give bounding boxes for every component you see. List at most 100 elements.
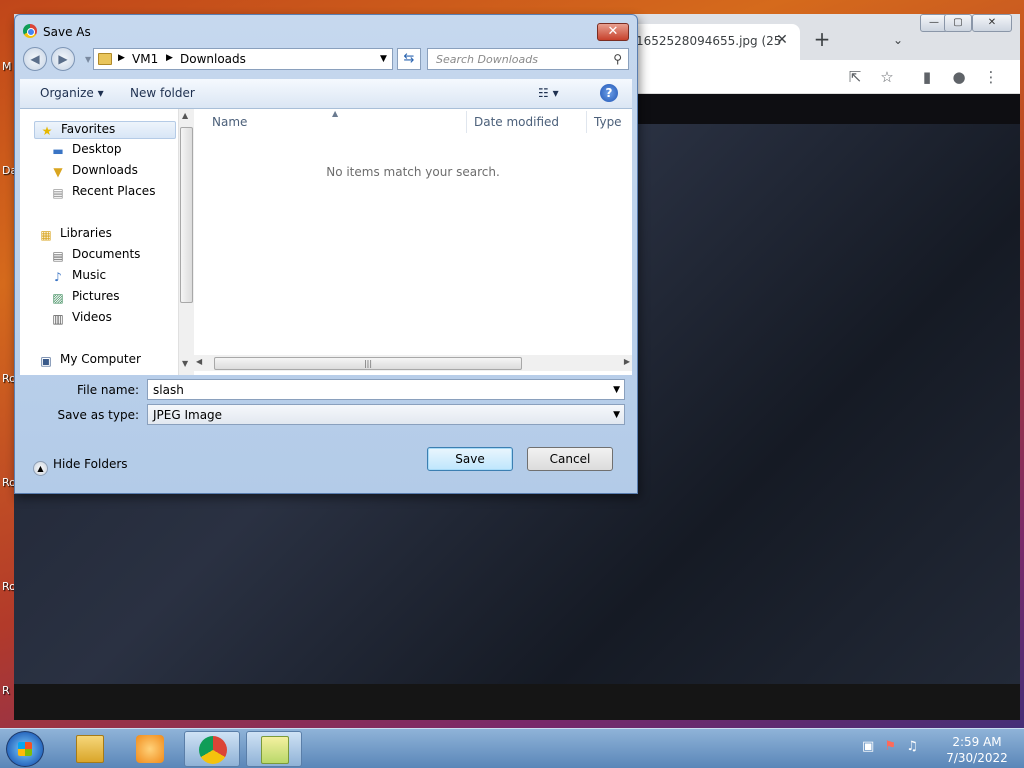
clock-date[interactable]: 7/30/2022 xyxy=(944,751,1010,765)
save-as-dialog: Save As ✕ ◀ ▶ ▼ ▶ VM1 ▶ Downloads ▼ ⇆ Se… xyxy=(14,14,638,494)
column-divider[interactable] xyxy=(586,111,587,133)
save-type-value: JPEG Image xyxy=(153,408,223,422)
save-button[interactable]: Save xyxy=(427,447,513,471)
scrollbar-thumb[interactable] xyxy=(180,127,193,303)
taskbar-chrome[interactable] xyxy=(184,731,240,767)
taskbar-media-player[interactable] xyxy=(122,731,178,767)
search-icon[interactable]: ⚲ xyxy=(613,52,622,66)
breadcrumb-downloads[interactable]: Downloads xyxy=(180,52,246,66)
file-name-value: slash xyxy=(153,383,184,397)
nav-desktop[interactable]: ▬ Desktop xyxy=(50,142,122,160)
hide-folders-button[interactable]: ▲ Hide Folders xyxy=(33,457,128,476)
save-type-select[interactable]: JPEG Image ▼ xyxy=(147,404,625,425)
scroll-right-icon[interactable]: ▶ xyxy=(624,357,630,366)
chrome-icon xyxy=(23,24,37,38)
viewer-bottom-bar xyxy=(14,684,1020,720)
tab-close-icon[interactable]: ✕ xyxy=(774,32,790,48)
folder-icon xyxy=(76,735,104,763)
clock-time[interactable]: 2:59 AM xyxy=(944,735,1010,749)
nav-my-computer[interactable]: ▣ My Computer xyxy=(38,352,141,370)
breadcrumb-vm1[interactable]: VM1 xyxy=(132,52,158,66)
nav-label: Libraries xyxy=(60,226,112,240)
nav-videos[interactable]: ▥ Videos xyxy=(50,310,112,328)
column-header-name[interactable]: Name xyxy=(212,115,247,129)
volume-icon[interactable]: ♫ xyxy=(906,739,918,754)
nav-recent-places[interactable]: ▤ Recent Places xyxy=(50,184,155,202)
nav-pictures[interactable]: ▨ Pictures xyxy=(50,289,119,307)
hide-folders-label: Hide Folders xyxy=(53,457,128,471)
nav-documents[interactable]: ▤ Documents xyxy=(50,247,140,265)
nav-downloads[interactable]: ▼ Downloads xyxy=(50,163,138,181)
scroll-up-icon[interactable]: ▲ xyxy=(182,111,188,120)
nav-label: Desktop xyxy=(72,142,122,156)
dialog-close-button[interactable]: ✕ xyxy=(597,23,629,41)
views-icon[interactable]: ☷ ▾ xyxy=(538,86,559,100)
media-player-icon xyxy=(136,735,164,763)
new-tab-button[interactable]: + xyxy=(810,28,834,52)
profile-avatar-icon[interactable]: ● xyxy=(948,66,970,88)
videos-icon: ▥ xyxy=(52,312,64,326)
file-name-dropdown-icon[interactable]: ▼ xyxy=(613,385,620,395)
maximize-button[interactable]: ▢ xyxy=(944,14,972,32)
bookmark-star-icon[interactable]: ☆ xyxy=(876,66,898,88)
address-dropdown-icon[interactable]: ▼ xyxy=(380,54,387,64)
cancel-button[interactable]: Cancel xyxy=(527,447,613,471)
forward-button[interactable]: ▶ xyxy=(51,47,75,71)
nav-vertical-scrollbar[interactable]: ▲ ▼ xyxy=(178,109,194,375)
pictures-icon: ▨ xyxy=(52,291,64,305)
empty-message: No items match your search. xyxy=(326,165,500,179)
taskbar-explorer[interactable] xyxy=(62,731,118,767)
taskbar-folder-window[interactable] xyxy=(246,731,302,767)
computer-icon: ▣ xyxy=(40,354,52,368)
scroll-down-icon[interactable]: ▼ xyxy=(182,359,188,368)
taskbar: ▣ ⚑ ♫ 2:59 AM 7/30/2022 xyxy=(0,728,1024,768)
browse-panes: ★ Favorites ▬ Desktop ▼ Downloads ▤ Recent P… xyxy=(20,109,632,375)
recent-places-icon: ▤ xyxy=(52,186,64,200)
new-folder-button[interactable]: New folder xyxy=(130,86,195,100)
share-icon[interactable]: ⇱ xyxy=(844,66,866,88)
action-center-icon[interactable]: ⚑ xyxy=(884,739,896,754)
browser-tab-title: 1652528094655.jpg (25 xyxy=(636,34,782,48)
help-icon[interactable]: ? xyxy=(600,84,618,102)
file-horizontal-scrollbar[interactable]: ◀ ||| ▶ xyxy=(194,355,632,371)
folder-icon xyxy=(98,53,112,65)
start-button[interactable] xyxy=(6,731,44,767)
recent-locations-dropdown[interactable]: ▼ xyxy=(85,55,91,64)
navigation-pane: ★ Favorites ▬ Desktop ▼ Downloads ▤ Recent P… xyxy=(20,109,180,375)
refresh-icon[interactable]: ⇆ xyxy=(397,48,421,70)
chrome-icon xyxy=(199,736,227,764)
menu-kebab-icon[interactable]: ⋮ xyxy=(980,66,1002,88)
side-panel-icon[interactable]: ▮ xyxy=(916,66,938,88)
column-header-type[interactable]: Type xyxy=(594,115,622,129)
breadcrumb-arrow-icon[interactable]: ▶ xyxy=(166,53,173,63)
network-icon[interactable]: ▣ xyxy=(862,739,874,754)
column-divider[interactable] xyxy=(466,111,467,133)
window-close-button[interactable]: ✕ xyxy=(972,14,1012,32)
address-bar[interactable]: ▶ VM1 ▶ Downloads ▼ xyxy=(93,48,393,70)
search-input[interactable]: Search Downloads ⚲ xyxy=(427,48,629,70)
save-type-label: Save as type: xyxy=(57,408,139,422)
sort-ascending-icon: ▲ xyxy=(332,109,339,118)
nav-label: Recent Places xyxy=(72,184,156,198)
documents-icon: ▤ xyxy=(52,249,64,263)
nav-label: Downloads xyxy=(72,163,138,177)
breadcrumb-arrow-icon[interactable]: ▶ xyxy=(118,53,125,63)
nav-label: Documents xyxy=(72,247,141,261)
file-name-label: File name: xyxy=(77,383,139,397)
command-bar: Organize ▾ New folder ☷ ▾ ? xyxy=(20,79,632,109)
nav-music[interactable]: ♪ Music xyxy=(50,268,106,286)
scroll-left-icon[interactable]: ◀ xyxy=(196,357,202,366)
save-type-dropdown-icon[interactable]: ▼ xyxy=(613,410,620,420)
column-header-date-modified[interactable]: Date modified xyxy=(474,115,559,129)
desktop-icon-label: M xyxy=(2,60,12,73)
libraries-icon: ▦ xyxy=(40,228,52,242)
nav-label: Videos xyxy=(72,310,112,324)
tab-search-button[interactable]: ⌄ xyxy=(888,30,908,50)
nav-libraries[interactable]: ▦ Libraries xyxy=(38,226,112,244)
nav-favorites[interactable]: ★ Favorites xyxy=(34,121,176,139)
back-button[interactable]: ◀ xyxy=(23,47,47,71)
scrollbar-thumb[interactable]: ||| xyxy=(214,357,522,370)
file-name-field[interactable]: slash ▼ xyxy=(147,379,625,400)
system-tray: ▣ ⚑ ♫ xyxy=(862,739,918,754)
organize-button[interactable]: Organize ▾ xyxy=(40,86,104,100)
